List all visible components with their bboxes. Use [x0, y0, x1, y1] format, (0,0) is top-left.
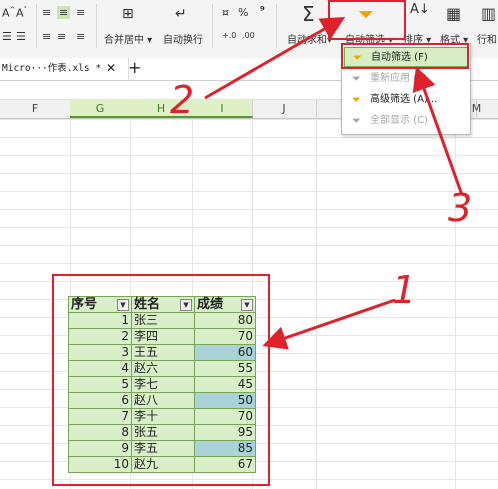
arrow-to-table [262, 298, 396, 350]
annotation-number-3: 3 [448, 186, 473, 230]
annotation-number-1: 1 [392, 268, 417, 312]
annotation-number-2: 2 [170, 78, 195, 122]
arrow-to-autofilter [204, 16, 346, 100]
arrow-to-menu-item [412, 66, 464, 196]
annotation-overlay [204, 16, 464, 350]
